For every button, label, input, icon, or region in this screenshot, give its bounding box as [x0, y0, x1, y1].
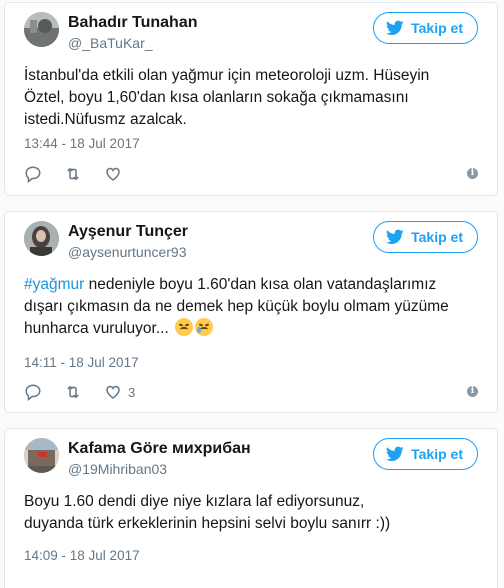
tweet-text-segment: nedeniyle boyu 1.60'dan kısa olan vatand… — [84, 276, 437, 293]
tweet-actions: 3 — [24, 382, 144, 402]
tweet-text-line: Boyu 1.60 dendi diye niye kızlara laf ed… — [24, 493, 365, 510]
info-icon[interactable]: i — [467, 386, 478, 397]
follow-button[interactable]: Takip et — [373, 438, 478, 470]
tweet-card: Bahadır Tunahan @_BaTuKar_ Takip et İsta… — [4, 2, 498, 196]
tweet-actions — [24, 164, 144, 184]
user-handle[interactable]: @19Mihriban03 — [68, 461, 167, 477]
display-name[interactable]: Ayşenur Tunçer — [68, 223, 188, 241]
tweet-text-line: dışarı çıkmasın da ne demek hep küçük bo… — [24, 298, 449, 315]
retweet-icon — [67, 168, 79, 180]
avatar[interactable] — [24, 12, 59, 47]
heart-icon — [106, 167, 120, 181]
tweet-text-line: hunharca vuruluyor... — [24, 318, 479, 340]
retweet-button[interactable] — [64, 383, 104, 401]
info-icon[interactable]: i — [467, 168, 478, 179]
user-handle[interactable]: @aysenurtuncer93 — [68, 244, 187, 260]
avatar[interactable] — [24, 221, 59, 256]
follow-button-label: Takip et — [411, 20, 463, 36]
crying-face-icon — [195, 318, 214, 336]
tweet-card: Kafama Göre михрибан @19Mihriban03 Takip… — [4, 428, 498, 588]
timestamp[interactable]: 13:44 - 18 Jul 2017 — [24, 136, 140, 151]
timestamp[interactable]: 14:11 - 18 Jul 2017 — [24, 355, 139, 370]
persevering-face-icon — [175, 318, 194, 336]
follow-button[interactable]: Takip et — [373, 221, 478, 253]
display-name[interactable]: Bahadır Tunahan — [68, 14, 198, 32]
follow-button-label: Takip et — [411, 229, 463, 245]
follow-button-label: Takip et — [411, 446, 463, 462]
reply-icon — [25, 166, 41, 183]
retweet-icon — [67, 386, 79, 398]
tweet-text-line: Öztel, boyu 1,60'dan kısa olanların soka… — [24, 89, 409, 106]
follow-button[interactable]: Takip et — [373, 12, 478, 44]
heart-icon — [106, 385, 120, 399]
like-count: 3 — [128, 384, 136, 400]
tweet-card: Ayşenur Tunçer @aysenurtuncer93 Takip et… — [4, 211, 498, 413]
twitter-bird-icon — [386, 20, 404, 35]
display-name[interactable]: Kafama Göre михрибан — [68, 440, 251, 458]
reply-button[interactable] — [24, 165, 64, 183]
tweet-text: İstanbul'da etkili olan yağmur için mete… — [24, 65, 479, 131]
like-button[interactable]: 3 — [104, 383, 144, 401]
avatar[interactable] — [24, 438, 59, 473]
reply-button[interactable] — [24, 383, 64, 401]
like-button[interactable] — [104, 165, 144, 183]
tweet-text-line: istedi.Nüfusmz azalcak. — [24, 111, 187, 128]
tweet-text-segment: hunharca vuruluyor... — [24, 320, 169, 337]
twitter-bird-icon — [386, 446, 404, 461]
tweet-text: Boyu 1.60 dendi diye niye kızlara laf ed… — [24, 491, 479, 535]
hashtag-link[interactable]: #yağmur — [24, 276, 84, 293]
tweet-text-line: duyanda türk erkeklerinin hepsini selvi … — [24, 515, 391, 532]
reply-icon — [25, 384, 41, 401]
twitter-bird-icon — [386, 229, 404, 244]
tweet-feed: Bahadır Tunahan @_BaTuKar_ Takip et İsta… — [0, 0, 504, 588]
retweet-button[interactable] — [64, 165, 104, 183]
tweet-text-line: #yağmur nedeniyle boyu 1.60'dan kısa ola… — [24, 274, 479, 296]
tweet-text: #yağmur nedeniyle boyu 1.60'dan kısa ola… — [24, 274, 479, 340]
tweet-text-line: İstanbul'da etkili olan yağmur için mete… — [24, 67, 430, 84]
timestamp[interactable]: 14:09 - 18 Jul 2017 — [24, 548, 140, 563]
user-handle[interactable]: @_BaTuKar_ — [68, 35, 153, 51]
